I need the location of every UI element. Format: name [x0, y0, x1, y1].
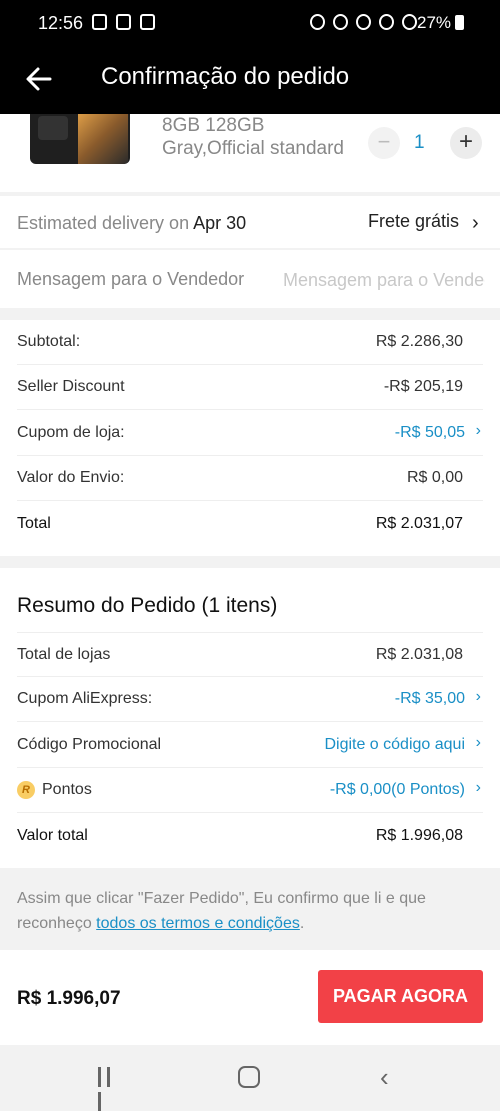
product-image[interactable]	[30, 114, 130, 164]
total-label: Total	[17, 515, 51, 532]
promo-code-label: Código Promocional	[17, 736, 162, 753]
chevron-right-icon[interactable]: ›	[476, 734, 481, 752]
total-value: R$ 2.031,07	[375, 515, 463, 532]
chevron-right-icon[interactable]: ›	[476, 779, 481, 797]
app-bar: Confirmação do pedido	[0, 46, 500, 114]
accessibility-notification-icon	[140, 14, 155, 30]
battery-icon	[455, 15, 464, 30]
store-coupon-row[interactable]: Cupom de loja: -R$ 50,05 ›	[17, 411, 483, 456]
subtotal-value: R$ 2.286,30	[375, 333, 463, 350]
order-summary: Resumo do Pedido (1 itens) Total de loja…	[0, 568, 500, 868]
seller-discount-label: Seller Discount	[17, 378, 125, 395]
grand-total-row: Valor total R$ 1.996,08	[17, 814, 483, 859]
seller-discount-value: -R$ 205,19	[383, 378, 463, 395]
promo-code-row[interactable]: Código Promocional Digite o código aqui …	[17, 723, 483, 768]
subtotal-label: Subtotal:	[17, 333, 81, 350]
wifi-icon	[379, 14, 394, 30]
delivery-label-text: Estimated delivery on	[17, 213, 190, 233]
battery-percent: 27%	[417, 13, 452, 32]
notification-icons	[92, 14, 155, 30]
alarm-icon	[333, 14, 348, 30]
store-coupon-label: Cupom de loja:	[17, 424, 125, 441]
grand-total-label: Valor total	[17, 827, 88, 844]
shipping-cost-value: R$ 0,00	[406, 469, 463, 486]
product-variant-memory: 8GB 128GB	[162, 115, 265, 136]
seller-message-label: Mensagem para o Vendedor	[17, 269, 245, 289]
chevron-right-icon[interactable]: ›	[472, 212, 479, 235]
grand-total-value: R$ 1.996,08	[375, 827, 463, 844]
aliexpress-coupon-row[interactable]: Cupom AliExpress: -R$ 35,00 ›	[17, 677, 483, 722]
stores-total-row: Total de lojas R$ 2.031,08	[17, 632, 483, 677]
pay-now-button[interactable]: PAGAR AGORA	[318, 970, 483, 1023]
promo-code-input[interactable]: Digite o código aqui	[324, 736, 465, 754]
product-card: 8GB 128GB Gray,Official standard − 1 +	[0, 114, 500, 192]
status-time: 12:56	[38, 13, 84, 33]
aliexpress-coupon-value: -R$ 35,00	[394, 690, 465, 707]
checkout-total: R$ 1.996,07	[17, 988, 121, 1009]
delivery-date: Apr 30	[193, 213, 247, 233]
home-icon[interactable]	[238, 1066, 260, 1088]
cc-notification-icon	[116, 14, 131, 30]
quantity-decrease-button[interactable]: −	[368, 127, 400, 159]
mute-icon	[356, 14, 371, 30]
page-title: Confirmação do pedido	[101, 63, 350, 90]
terms-notice: Assim que clicar "Fazer Pedido", Eu conf…	[0, 872, 500, 950]
terms-suffix: .	[299, 915, 305, 932]
terms-link[interactable]: todos os termos e condições	[96, 915, 300, 932]
quantity-value: 1	[414, 132, 425, 153]
phone-screen	[78, 114, 128, 164]
seller-message-input[interactable]	[283, 267, 485, 293]
price-summary: Subtotal: R$ 2.286,30 Seller Discount -R…	[0, 320, 500, 556]
nav-back-icon[interactable]: ‹	[380, 1062, 389, 1093]
quantity-increase-button[interactable]: +	[450, 127, 482, 159]
chevron-right-icon[interactable]: ›	[476, 688, 481, 706]
camera-module	[38, 116, 68, 140]
points-value: -R$ 0,00(0 Pontos)	[329, 781, 465, 798]
recent-apps-icon[interactable]	[98, 1067, 120, 1111]
delivery-label: Estimated delivery on Apr 30	[17, 213, 246, 234]
subtotal-row: Subtotal: R$ 2.286,30	[17, 320, 483, 365]
stores-total-value: R$ 2.031,08	[375, 646, 463, 663]
aliexpress-coupon-label: Cupom AliExpress:	[17, 690, 153, 707]
amazon-notification-icon	[92, 14, 107, 30]
total-row: Total R$ 2.031,07	[17, 502, 483, 547]
product-variant-color: Gray,Official standard	[162, 138, 344, 159]
checkout-bar: R$ 1.996,07 PAGAR AGORA	[0, 950, 500, 1045]
delivery-row[interactable]: Estimated delivery on Apr 30 Frete gráti…	[0, 196, 500, 248]
recycle-icon	[310, 14, 325, 30]
chevron-right-icon[interactable]: ›	[476, 422, 481, 440]
seller-discount-row: Seller Discount -R$ 205,19	[17, 365, 483, 410]
shipping-option[interactable]: Frete grátis	[368, 211, 459, 232]
status-bar: 12:56 27%	[0, 0, 500, 46]
points-row[interactable]: R Pontos -R$ 0,00(0 Pontos) ›	[17, 768, 483, 813]
points-coin-icon: R	[17, 781, 35, 799]
arrow-left-icon[interactable]	[22, 62, 56, 96]
seller-message-row: Mensagem para o Vendedor	[0, 250, 500, 308]
signal-icon	[402, 14, 417, 30]
order-summary-title: Resumo do Pedido (1 itens)	[17, 594, 278, 617]
store-coupon-value: -R$ 50,05	[394, 424, 465, 441]
points-label: Pontos	[42, 781, 92, 798]
system-icons	[310, 14, 417, 30]
system-nav-bar: ‹	[0, 1045, 500, 1111]
stores-total-label: Total de lojas	[17, 646, 111, 663]
shipping-cost-row: Valor do Envio: R$ 0,00	[17, 456, 483, 501]
product-variant: 8GB 128GB Gray,Official standard	[162, 114, 344, 160]
shipping-cost-label: Valor do Envio:	[17, 469, 125, 486]
